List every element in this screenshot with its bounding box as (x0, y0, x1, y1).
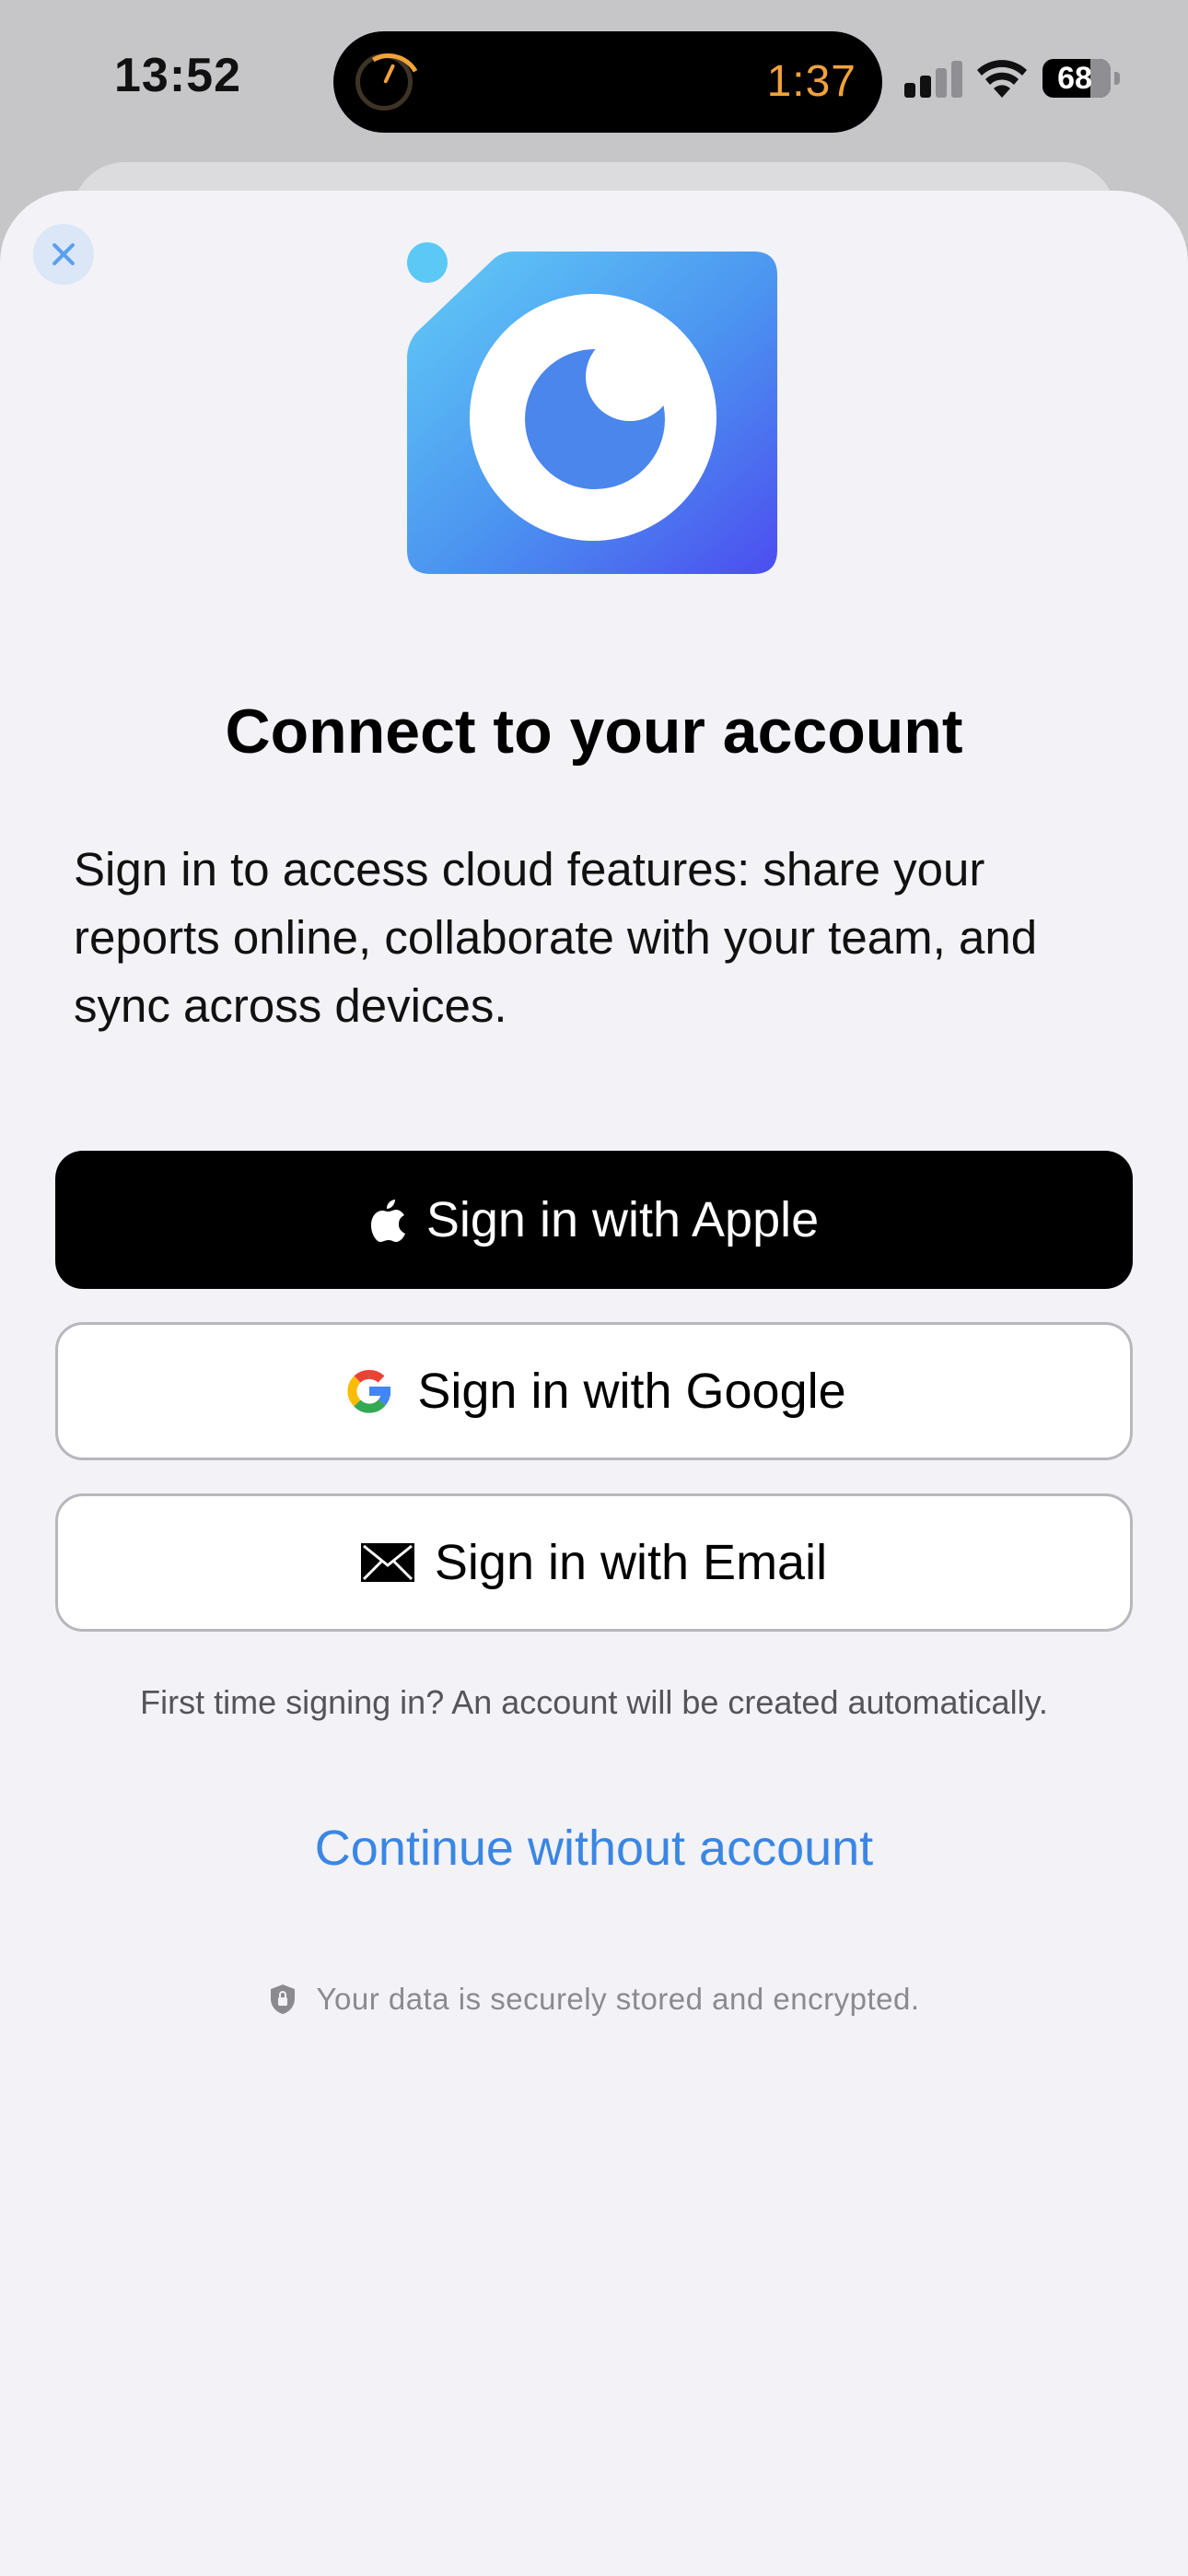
email-button-label: Sign in with Email (434, 1535, 828, 1590)
wifi-icon (977, 60, 1027, 98)
google-button-label: Sign in with Google (417, 1364, 846, 1419)
sign-in-sheet: Connect to your account Sign in to acces… (0, 191, 1188, 2576)
secure-notice-text: Your data is securely stored and encrypt… (316, 1982, 920, 2016)
secure-notice: Your data is securely stored and encrypt… (0, 1982, 1188, 2017)
page-title: Connect to your account (225, 697, 963, 767)
description-text: Sign in to access cloud features: share … (74, 843, 1038, 1032)
screen: 13:52 1:37 68 Connect to your account Si… (0, 0, 1188, 2576)
app-logo-icon (407, 242, 777, 574)
battery-tip (1114, 72, 1120, 85)
apple-button-label: Sign in with Apple (425, 1192, 820, 1247)
sign-in-email-button[interactable]: Sign in with Email (55, 1493, 1133, 1632)
close-button[interactable] (33, 224, 94, 285)
auto-create-note: First time signing in? An account will b… (140, 1683, 1048, 1721)
apple-icon (370, 1200, 405, 1242)
continue-without-account-link[interactable]: Continue without account (0, 1820, 1188, 1877)
sign-in-google-button[interactable]: Sign in with Google (55, 1322, 1133, 1460)
envelope-icon (360, 1543, 414, 1582)
dynamic-island[interactable]: 1:37 (333, 31, 882, 133)
google-icon (347, 1370, 391, 1413)
cellular-signal-icon (904, 61, 963, 98)
shield-lock-icon (270, 1985, 295, 2014)
timer-icon (355, 53, 413, 111)
battery-level: 68 (1057, 61, 1092, 96)
battery-icon: 68 (1042, 59, 1111, 98)
timer-countdown: 1:37 (766, 57, 856, 106)
sign-in-apple-button[interactable]: Sign in with Apple (55, 1151, 1133, 1289)
status-time: 13:52 (114, 49, 241, 102)
